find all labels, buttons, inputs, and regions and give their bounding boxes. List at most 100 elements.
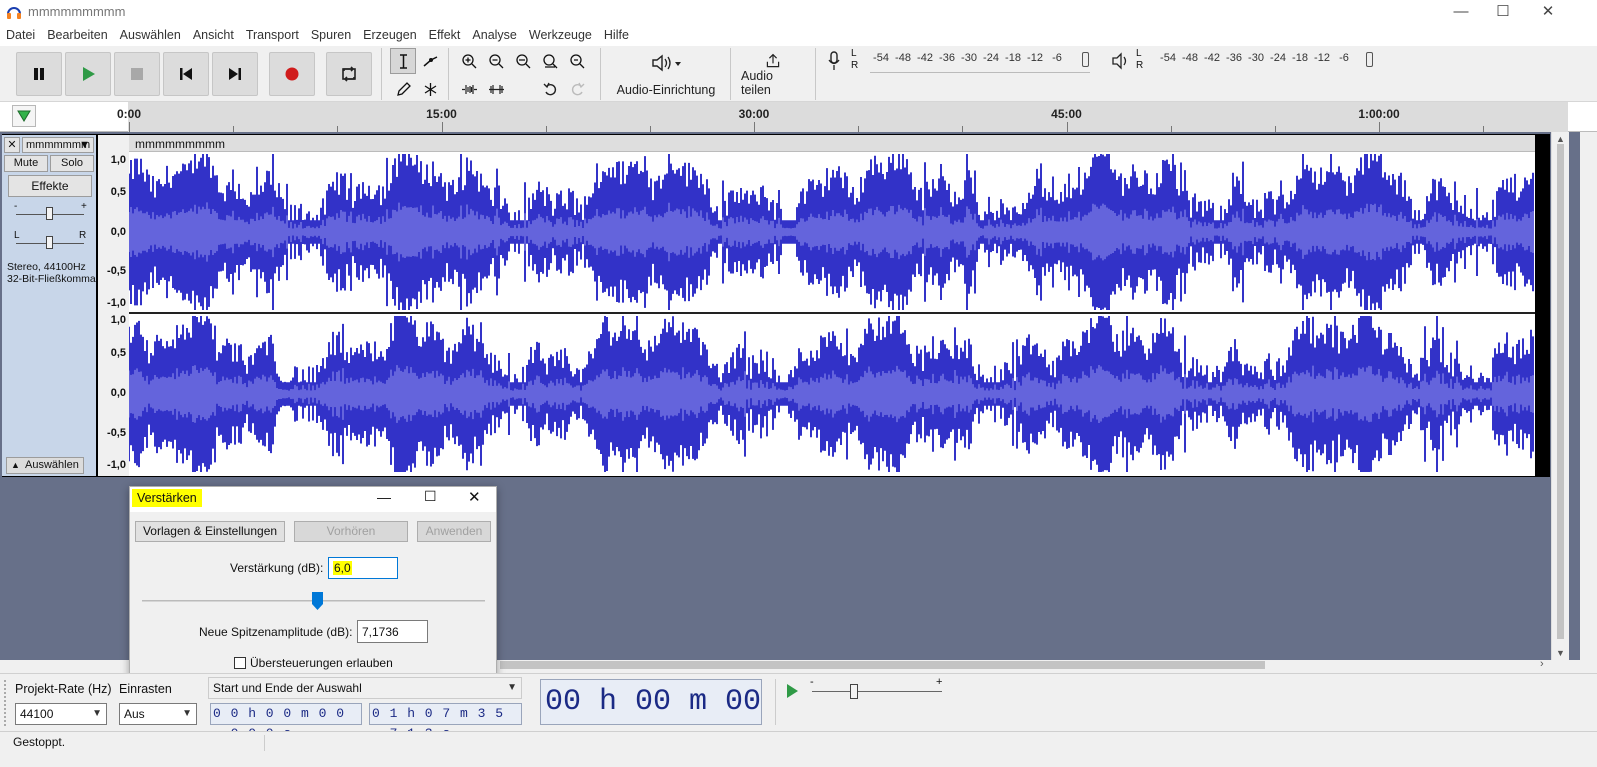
select-track-button[interactable]: ▲ Auswählen [6, 457, 84, 474]
gain-slider-handle[interactable] [46, 207, 53, 220]
vertical-scrollbar[interactable]: ▲ ▼ [1551, 132, 1569, 660]
meter-tick: -36 [939, 52, 955, 64]
pan-slider-handle[interactable] [46, 236, 53, 249]
selection-toolbar: Projekt-Rate (Hz) 44100 ▼ Einrasten Aus … [0, 673, 1597, 741]
menu-transport[interactable]: Transport [246, 28, 299, 42]
multi-tool[interactable] [417, 76, 443, 102]
project-rate-label: Projekt-Rate (Hz) [15, 682, 112, 696]
stop-button[interactable] [114, 52, 160, 96]
record-button[interactable] [269, 52, 315, 96]
speed-plus-label: + [936, 676, 943, 688]
envelope-tool[interactable] [417, 48, 443, 74]
undo-icon [543, 82, 556, 95]
undo-button[interactable] [537, 76, 563, 102]
green-triangle-icon [17, 110, 31, 122]
zoom-in-button[interactable] [456, 48, 482, 74]
chevron-down-icon: ▼ [92, 708, 102, 719]
snap-select[interactable]: Aus ▼ [119, 703, 197, 725]
loop-button[interactable] [326, 52, 372, 96]
menu-analyse[interactable]: Analyse [472, 28, 516, 42]
effects-button[interactable]: Effekte [8, 175, 92, 197]
close-window-button[interactable]: ✕ [1525, 0, 1571, 24]
scroll-down-arrow-icon[interactable]: ▼ [1556, 648, 1565, 658]
zoom-out-button[interactable] [483, 48, 509, 74]
selection-mode-select[interactable]: Start und Ende der Auswahl ▼ [208, 677, 522, 699]
scroll-up-arrow-icon[interactable]: ▲ [1556, 134, 1565, 144]
menu-bearbeiten[interactable]: Bearbeiten [47, 28, 107, 42]
mute-button[interactable]: Mute [4, 155, 48, 172]
play-at-speed-button[interactable] [780, 679, 804, 703]
hscroll-thumb[interactable] [500, 661, 1265, 669]
horizontal-scrollbar[interactable]: › [500, 658, 1550, 670]
playback-meter-scale[interactable]: -54 -48 -42 -36 -30 -24 -18 -12 -6 [1157, 52, 1355, 68]
redo-button[interactable] [564, 76, 590, 102]
menu-erzeugen[interactable]: Erzeugen [363, 28, 417, 42]
dialog-minimize-button[interactable]: — [377, 489, 391, 505]
record-meter-scale[interactable]: -54 -48 -42 -36 -30 -24 -18 -12 -6 [870, 52, 1068, 68]
meter-tick: -18 [1292, 52, 1308, 64]
zoom-toggle-button[interactable] [564, 48, 590, 74]
toolbar-grabber[interactable] [4, 680, 7, 726]
audio-setup-button[interactable]: Audio-Einrichtung [606, 50, 726, 100]
fit-selection-button[interactable] [510, 48, 536, 74]
menu-werkzeuge[interactable]: Werkzeuge [529, 28, 592, 42]
track-format-line2: 32-Bit-Fließkomma [7, 273, 96, 285]
meter-tick: -54 [1160, 52, 1176, 64]
menu-ansicht[interactable]: Ansicht [193, 28, 234, 42]
maximize-button[interactable]: ☐ [1480, 0, 1526, 24]
selection-start-time[interactable]: 0 0 h 0 0 m 0 0 , 0 0 0 s [210, 703, 362, 741]
play-button[interactable] [65, 52, 111, 96]
presets-settings-button[interactable]: Vorlagen & Einstellungen [135, 521, 285, 542]
menu-datei[interactable]: Datei [6, 28, 35, 42]
scroll-right-arrow-icon[interactable]: › [1540, 658, 1544, 670]
share-audio-button[interactable]: Audio teilen [735, 50, 811, 100]
time-display[interactable]: 00 h 00 m 00 s [540, 679, 762, 725]
project-rate-select[interactable]: 44100 ▼ [15, 703, 107, 725]
close-track-button[interactable]: ✕ [4, 137, 20, 153]
draw-tool[interactable] [390, 76, 416, 102]
track-menu-button[interactable]: mmmmmmm ▼ [22, 137, 94, 153]
zoom-selection-icon [515, 53, 530, 68]
menu-auswaehlen[interactable]: Auswählen [120, 28, 181, 42]
channel-r: R [851, 60, 859, 71]
selection-mode-value: Start und Ende der Auswahl [213, 681, 362, 695]
playback-meter-slider-handle[interactable] [1366, 52, 1373, 67]
selection-tool[interactable] [390, 48, 416, 74]
gain-slider-thumb[interactable] [311, 592, 323, 610]
dialog-close-button[interactable]: ✕ [468, 488, 481, 506]
clip-header[interactable]: mmmmmmmmm [129, 135, 1535, 152]
meter-tick: -48 [1182, 52, 1198, 64]
timeline-options-button[interactable] [12, 105, 36, 127]
trim-audio-button[interactable] [456, 76, 482, 102]
solo-button[interactable]: Solo [50, 155, 94, 172]
gain-input[interactable]: 6,0 [328, 557, 398, 579]
skip-to-end-button[interactable] [212, 52, 258, 96]
menu-spuren[interactable]: Spuren [311, 28, 351, 42]
selection-end-time[interactable]: 0 1 h 0 7 m 3 5 , 7 1 3 s [369, 703, 522, 741]
fit-project-button[interactable] [537, 48, 563, 74]
pause-button[interactable] [16, 52, 62, 96]
status-text: Gestoppt. [13, 735, 66, 749]
timeline-bar[interactable]: 0:00 15:00 30:00 45:00 1:00:00 [117, 102, 1568, 132]
skip-to-start-button[interactable] [163, 52, 209, 96]
menu-hilfe[interactable]: Hilfe [604, 28, 629, 42]
scrollbar-thumb[interactable] [1557, 144, 1564, 639]
timeline-ruler[interactable]: 0:00 15:00 30:00 45:00 1:00:00 [0, 102, 1597, 132]
silence-icon [488, 84, 504, 94]
meter-tick: -42 [917, 52, 933, 64]
waveform-canvas [129, 152, 1535, 474]
silence-audio-button[interactable] [483, 76, 509, 102]
dialog-maximize-button[interactable]: ☐ [424, 488, 437, 505]
skip-start-icon [180, 68, 192, 80]
menu-effekt[interactable]: Effekt [429, 28, 461, 42]
meter-tick: -36 [1226, 52, 1242, 64]
preview-button[interactable]: Vorhören [294, 521, 408, 542]
waveform-area[interactable]: mmmmmmmmm [129, 135, 1535, 476]
allow-clipping-checkbox[interactable] [234, 657, 246, 669]
minimize-button[interactable]: — [1438, 0, 1484, 24]
record-meter-slider-handle[interactable] [1082, 52, 1089, 67]
speed-slider-handle[interactable] [850, 684, 858, 699]
apply-button[interactable]: Anwenden [417, 521, 491, 542]
loop-icon [342, 66, 356, 82]
peak-amplitude-input[interactable]: 7,1736 [357, 620, 428, 643]
